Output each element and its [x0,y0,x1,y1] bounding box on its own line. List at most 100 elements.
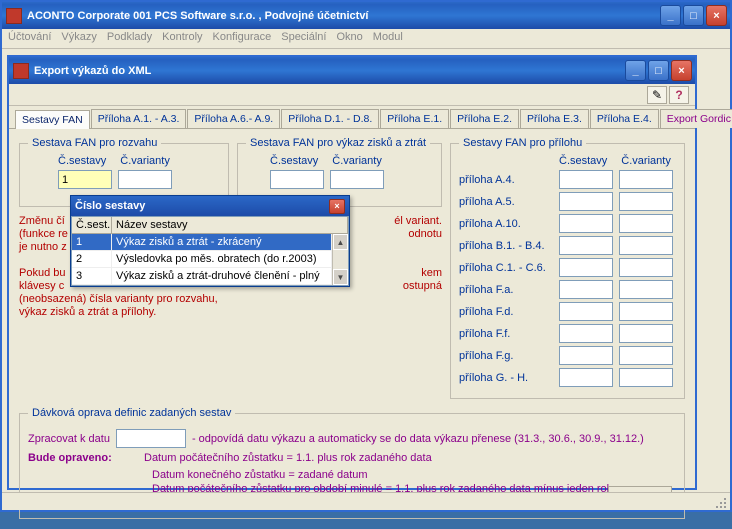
close-button[interactable]: × [706,5,727,26]
popup-title: Číslo sestavy [75,200,145,212]
priloha-label: příloha A.10. [459,218,559,230]
zisk-varianta-input[interactable] [330,170,384,189]
priloha-row: příloha C.1. - C.6. [459,258,676,277]
priloha-cislo-input[interactable] [559,302,613,321]
priloha-row: příloha A.5. [459,192,676,211]
priloha-cislo-input[interactable] [559,170,613,189]
cell-cislo: 3 [72,268,112,284]
cell-cislo: 2 [72,251,112,267]
dialog-icon [13,63,29,79]
priloha-row: příloha F.g. [459,346,676,365]
batch-line: Datum počátečního zůstatku = 1.1. plus r… [144,452,432,464]
priloha-varianta-input[interactable] [619,302,673,321]
tab-strip: Sestavy FAN Příloha A.1. - A.3. Příloha … [9,106,695,129]
priloha-label: příloha G. - H. [459,372,559,384]
tab-e4[interactable]: Příloha E.4. [590,109,659,128]
child-minimize-button[interactable]: _ [625,60,646,81]
priloha-row: příloha F.d. [459,302,676,321]
label-cislo: Č.sestavy [559,155,607,167]
priloha-label: příloha F.g. [459,350,559,362]
priloha-cislo-input[interactable] [559,324,613,343]
priloha-varianta-input[interactable] [619,346,673,365]
tab-e3[interactable]: Příloha E.3. [520,109,589,128]
scroll-down-icon[interactable]: ▼ [333,269,348,285]
label-varianty: Č.varianty [120,155,170,167]
label-cislo: Č.sestavy [270,155,318,167]
priloha-cislo-input[interactable] [559,258,613,277]
priloha-cislo-input[interactable] [559,280,613,299]
child-close-button[interactable]: × [671,60,692,81]
menu-item[interactable]: Okno [337,31,363,46]
help-icon[interactable]: ? [669,86,689,104]
priloha-varianta-input[interactable] [619,258,673,277]
priloha-cislo-input[interactable] [559,368,613,387]
menu-item[interactable]: Modul [373,31,403,46]
priloha-varianta-input[interactable] [619,170,673,189]
menu-item[interactable]: Kontroly [162,31,202,46]
tab-e2[interactable]: Příloha E.2. [450,109,519,128]
group-prilohy: Sestavy FAN pro přílohu Č.sestavy Č.vari… [450,137,685,399]
batch-line: Datum konečného zůstatku = zadané datum [152,468,676,482]
scrollbar[interactable]: ▲ ▼ [332,234,348,285]
priloha-label: příloha F.f. [459,328,559,340]
tab-sestavy-fan[interactable]: Sestavy FAN [15,110,90,129]
label-zpracovat: Zpracovat k datu [28,433,110,445]
priloha-varianta-input[interactable] [619,214,673,233]
minimize-button[interactable]: _ [660,5,681,26]
priloha-varianta-input[interactable] [619,192,673,211]
cell-cislo: 1 [72,234,112,250]
menu-item[interactable]: Speciální [281,31,326,46]
rozvaha-varianta-input[interactable] [118,170,172,189]
popup-close-button[interactable]: × [329,199,345,214]
popup-titlebar[interactable]: Číslo sestavy × [71,196,349,216]
legend-prilohy: Sestavy FAN pro přílohu [459,137,586,149]
main-titlebar[interactable]: ACONTO Corporate 001 PCS Software s.r.o.… [2,2,730,29]
rozvaha-cislo-input[interactable] [58,170,112,189]
grid-row[interactable]: 1Výkaz zisků a ztrát - zkrácený [72,234,332,251]
priloha-label: příloha F.d. [459,306,559,318]
priloha-varianta-input[interactable] [619,324,673,343]
tab-export-gordic[interactable]: Export Gordic [660,109,732,128]
cell-nazev: Výkaz zisků a ztrát - zkrácený [112,234,332,250]
priloha-label: příloha A.4. [459,174,559,186]
app-icon [6,8,22,24]
child-titlebar[interactable]: Export výkazů do XML _ □ × [9,57,695,84]
priloha-label: příloha F.a. [459,284,559,296]
col-cislo[interactable]: Č.sest. [72,217,112,233]
scroll-up-icon[interactable]: ▲ [333,234,348,250]
priloha-cislo-input[interactable] [559,236,613,255]
priloha-row: příloha A.10. [459,214,676,233]
child-maximize-button[interactable]: □ [648,60,669,81]
menu-item[interactable]: Účtování [8,31,51,46]
tab-a6-a9[interactable]: Příloha A.6.- A.9. [187,109,280,128]
menu-item[interactable]: Výkazy [61,31,96,46]
grid-row[interactable]: 2Výsledovka po měs. obratech (do r.2003) [72,251,332,268]
legend-zisk: Sestava FAN pro výkaz zisků a ztrát [246,137,430,149]
maximize-button[interactable]: □ [683,5,704,26]
menu-item[interactable]: Konfigurace [213,31,272,46]
grid-row[interactable]: 3Výkaz zisků a ztrát-druhové členění - p… [72,268,332,285]
col-nazev[interactable]: Název sestavy [112,217,348,233]
tab-e1[interactable]: Příloha E.1. [380,109,449,128]
priloha-cislo-input[interactable] [559,192,613,211]
priloha-varianta-input[interactable] [619,236,673,255]
priloha-varianta-input[interactable] [619,280,673,299]
tab-d1-d8[interactable]: Příloha D.1. - D.8. [281,109,379,128]
priloha-varianta-input[interactable] [619,368,673,387]
label-cislo: Č.sestavy [58,155,106,167]
tab-a1-a3[interactable]: Příloha A.1. - A.3. [91,109,187,128]
date-input[interactable] [116,429,186,448]
zisk-cislo-input[interactable] [270,170,324,189]
grid-header: Č.sest. Název sestavy [72,217,348,234]
priloha-cislo-input[interactable] [559,214,613,233]
cell-nazev: Výkaz zisků a ztrát-druhové členění - pl… [112,268,332,284]
wizard-icon[interactable]: ✎ [647,86,667,104]
priloha-label: příloha B.1. - B.4. [459,240,559,252]
menu-item[interactable]: Podklady [107,31,152,46]
priloha-cislo-input[interactable] [559,346,613,365]
priloha-row: příloha F.f. [459,324,676,343]
toolbar: ✎ ? [9,84,695,106]
resize-grip-icon[interactable] [714,496,728,510]
priloha-row: příloha B.1. - B.4. [459,236,676,255]
popup-grid: Č.sest. Název sestavy 1Výkaz zisků a ztr… [71,216,349,286]
